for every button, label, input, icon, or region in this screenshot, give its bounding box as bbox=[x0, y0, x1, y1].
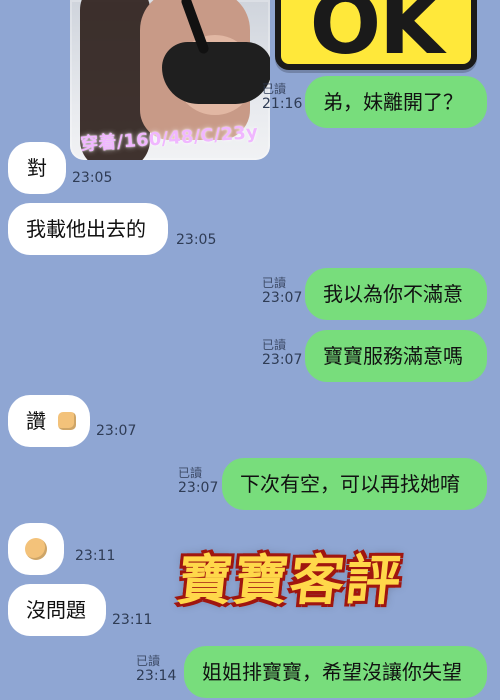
message-time: 23:11 bbox=[75, 548, 116, 564]
message-time: 23:07 bbox=[262, 290, 303, 306]
message-bubble[interactable]: 我以為你不滿意 bbox=[305, 268, 487, 320]
message-text: 姐姐排寶寶，希望沒讓你失望 bbox=[202, 660, 462, 684]
message-time: 23:07 bbox=[262, 352, 303, 368]
message-text: 我以為你不滿意 bbox=[323, 282, 463, 306]
message-time: 23:07 bbox=[96, 423, 137, 439]
message-meta: 已讀 23:07 bbox=[178, 466, 218, 496]
message-bubble[interactable]: 弟，妹離開了？ bbox=[305, 76, 487, 128]
message-time: 23:05 bbox=[176, 232, 217, 248]
chat-photo[interactable]: 穿着/160/48/C/23y bbox=[70, 0, 270, 160]
message-bubble[interactable]: 下次有空，可以再找她唷 bbox=[222, 458, 487, 510]
message-time: 23:11 bbox=[112, 612, 153, 628]
message-bubble[interactable]: 沒問題 bbox=[8, 584, 106, 636]
message-bubble[interactable]: 寶寶服務滿意嗎 bbox=[305, 330, 487, 382]
review-sticker[interactable]: 寶寶客評 bbox=[165, 538, 414, 624]
message-meta: 已讀 23:07 bbox=[262, 338, 302, 368]
message-meta: 23:05 bbox=[72, 170, 112, 186]
message-text: 沒問題 bbox=[26, 598, 86, 622]
message-bubble[interactable]: 姐姐排寶寶，希望沒讓你失望 bbox=[184, 646, 487, 698]
message-meta: 已讀 23:07 bbox=[262, 276, 302, 306]
ok-hand-icon bbox=[25, 538, 47, 560]
thumbs-up-icon bbox=[58, 412, 77, 430]
message-text: 弟，妹離開了？ bbox=[323, 90, 463, 114]
message-meta: 23:05 bbox=[176, 232, 216, 248]
message-text: 下次有空，可以再找她唷 bbox=[240, 472, 460, 496]
message-text: 寶寶服務滿意嗎 bbox=[323, 344, 463, 368]
message-text: 我載他出去的 bbox=[26, 217, 146, 241]
read-label: 已讀 bbox=[262, 82, 287, 96]
message-meta: 23:11 bbox=[75, 548, 115, 564]
read-label: 已讀 bbox=[178, 466, 203, 480]
message-bubble[interactable]: 讚 bbox=[8, 395, 90, 447]
message-bubble[interactable] bbox=[8, 523, 64, 575]
message-meta: 已讀 21:16 bbox=[262, 82, 302, 112]
read-label: 已讀 bbox=[262, 338, 287, 352]
ok-sticker[interactable]: OK bbox=[275, 0, 477, 70]
read-label: 已讀 bbox=[136, 654, 161, 668]
photo-clothing bbox=[162, 42, 270, 104]
message-meta: 23:07 bbox=[96, 423, 136, 439]
message-time: 23:14 bbox=[136, 668, 177, 684]
message-meta: 23:11 bbox=[112, 612, 152, 628]
message-bubble[interactable]: 對 bbox=[8, 142, 66, 194]
message-text: 對 bbox=[27, 156, 47, 180]
message-meta: 已讀 23:14 bbox=[136, 654, 176, 684]
message-time: 23:07 bbox=[178, 480, 219, 496]
message-time: 21:16 bbox=[262, 96, 303, 112]
message-time: 23:05 bbox=[72, 170, 113, 186]
read-label: 已讀 bbox=[262, 276, 287, 290]
message-bubble[interactable]: 我載他出去的 bbox=[8, 203, 168, 255]
message-text: 讚 bbox=[26, 409, 46, 433]
